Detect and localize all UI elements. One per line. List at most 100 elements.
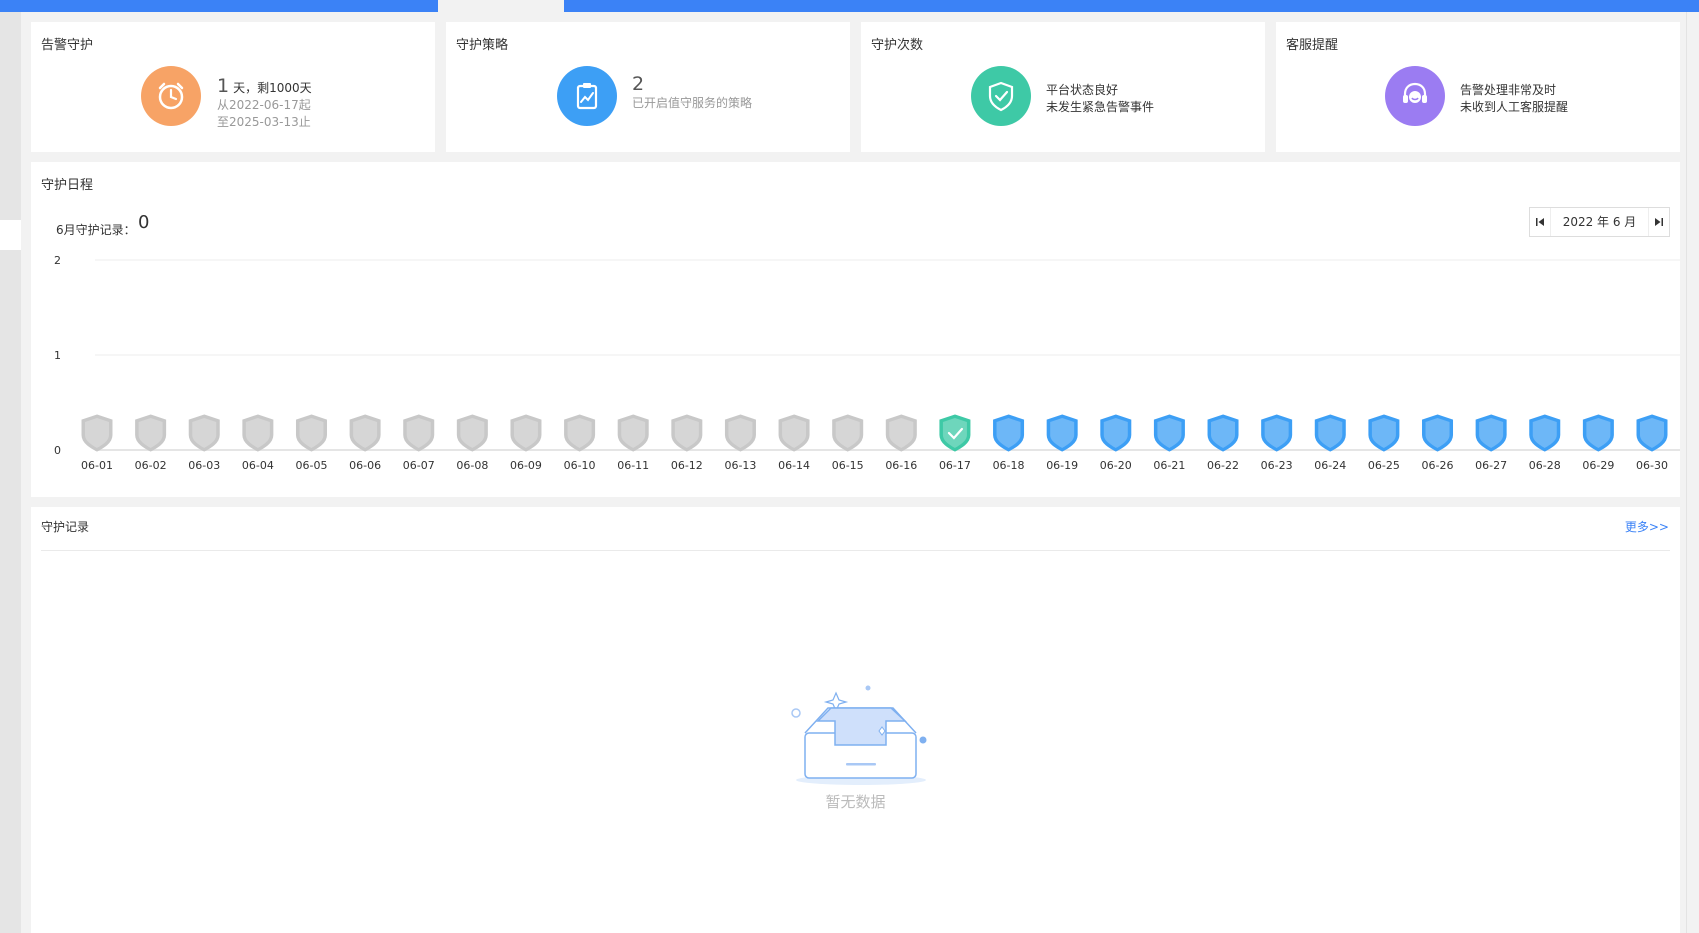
day-shield-icon-06-19[interactable] [1046,414,1078,452]
guard-end-date: 至2025-03-13止 [217,115,311,129]
x-tick-label: 06-26 [1422,459,1454,472]
support-info: 告警处理非常及时 未收到人工客服提醒 [1460,82,1568,116]
x-tick-label: 06-23 [1261,459,1293,472]
support-headset-icon [1385,66,1445,126]
records-divider [41,550,1670,551]
day-shield-icon-06-14[interactable] [778,414,810,452]
policy-count-value: 2 [632,73,645,95]
x-tick-label: 06-05 [295,459,327,472]
x-tick-label: 06-30 [1636,459,1668,472]
x-tick-label: 06-09 [510,459,542,472]
day-shield-icon-06-01[interactable] [81,414,113,452]
more-link[interactable]: 更多>> [1625,518,1669,535]
day-shield-icon-06-06[interactable] [349,414,381,452]
schedule-card: 守护日程 6月守护记录： 0 2022 年 6 月 0 1 2 06-01 06-02 0… [31,162,1680,497]
platform-status-text: 平台状态良好 [1046,83,1119,97]
stat-card-guard-count: 守护次数 平台状态良好 未发生紧急告警事件 [861,22,1265,152]
y-tick-label: 2 [54,254,61,267]
day-shield-icon-06-30[interactable] [1636,414,1668,452]
x-tick-label: 06-17 [939,459,971,472]
x-tick-label: 06-16 [885,459,917,472]
empty-box-icon [791,685,927,785]
x-tick-label: 06-01 [81,459,113,472]
day-shield-icon-06-05[interactable] [295,414,327,452]
day-shield-icon-06-20[interactable] [1100,414,1132,452]
left-sidebar-strip [0,12,21,933]
stat-card-alarm-guard: 告警守护 1 天，剩1000天 从2022-06-17起 至2025-03-13止 [31,22,435,152]
x-tick-label: 06-06 [349,459,381,472]
day-shield-icon-06-24[interactable] [1314,414,1346,452]
day-shield-icon-06-26[interactable] [1422,414,1454,452]
x-tick-label: 06-02 [135,459,167,472]
day-shield-icon-06-10[interactable] [564,414,596,452]
day-shield-icon-06-07[interactable] [403,414,435,452]
day-shield-icon-06-16[interactable] [885,414,917,452]
day-shield-icon-06-03[interactable] [188,414,220,452]
day-shield-icon-06-29[interactable] [1582,414,1614,452]
scrollbar[interactable] [1686,12,1699,933]
x-tick-label: 06-28 [1529,459,1561,472]
policy-info: 2 已开启值守服务的策略 [632,73,753,112]
records-card: 守护记录 更多>> 暂无数据 [31,507,1680,933]
x-tick-label: 06-11 [617,459,649,472]
x-tick-label: 06-08 [456,459,488,472]
stat-card-policy: 守护策略 2 已开启值守服务的策略 [446,22,850,152]
day-shield-icon-06-08[interactable] [456,414,488,452]
records-title: 守护记录 [41,520,90,534]
sidebar-toggle[interactable] [0,220,21,250]
alarm-guard-info: 1 天，剩1000天 从2022-06-17起 至2025-03-13止 [217,77,312,131]
x-tick-label: 06-29 [1582,459,1614,472]
stat-card-title: 守护策略 [456,38,509,53]
x-tick-label: 06-25 [1368,459,1400,472]
empty-text: 暂无数据 [825,793,886,811]
x-tick-label: 06-12 [671,459,703,472]
policy-count-desc: 已开启值守服务的策略 [632,96,753,110]
x-tick-label: 06-13 [724,459,756,472]
top-nav-bar [0,0,1699,12]
x-tick-label: 06-19 [1046,459,1078,472]
support-no-reminder-text: 未收到人工客服提醒 [1460,100,1569,114]
alarm-clock-icon [141,66,201,126]
x-tick-label: 06-07 [403,459,435,472]
day-shield-icon-06-17[interactable] [939,414,971,452]
x-tick-label: 06-24 [1314,459,1346,472]
x-tick-label: 06-21 [1153,459,1185,472]
support-timely-text: 告警处理非常及时 [1460,83,1557,97]
day-shield-icon-06-09[interactable] [510,414,542,452]
guard-count-info: 平台状态良好 未发生紧急告警事件 [1046,82,1154,116]
y-tick-label: 1 [54,349,61,362]
y-tick-label: 0 [54,444,61,457]
day-shield-icon-06-25[interactable] [1368,414,1400,452]
x-tick-label: 06-14 [778,459,810,472]
x-tick-label: 06-27 [1475,459,1507,472]
guard-start-date: 从2022-06-17起 [217,98,311,112]
no-alarm-text: 未发生紧急告警事件 [1046,100,1155,114]
x-tick-label: 06-03 [188,459,220,472]
x-tick-label: 06-10 [564,459,596,472]
day-shield-icon-06-11[interactable] [617,414,649,452]
schedule-chart: 0 1 2 06-01 06-02 06-03 06-04 06-05 06-06 06-07 06… [54,254,1680,472]
day-shield-icon-06-18[interactable] [993,414,1025,452]
x-tick-label: 06-22 [1207,459,1239,472]
day-shield-icon-06-04[interactable] [242,414,274,452]
day-shield-icon-06-21[interactable] [1153,414,1185,452]
x-tick-label: 06-04 [242,459,274,472]
active-tab-gap[interactable] [438,0,564,12]
stat-card-support: 客服提醒 告警处理非常及时 未收到人工客服提醒 [1276,22,1680,152]
day-shield-icon-06-23[interactable] [1261,414,1293,452]
day-shield-icon-06-15[interactable] [832,414,864,452]
day-shield-icon-06-27[interactable] [1475,414,1507,452]
day-shield-icon-06-02[interactable] [135,414,167,452]
day-shield-icon-06-12[interactable] [671,414,703,452]
x-tick-label: 06-15 [832,459,864,472]
x-tick-label: 06-18 [993,459,1025,472]
stat-card-title: 守护次数 [871,38,924,53]
day-shield-icon-06-22[interactable] [1207,414,1239,452]
x-tick-label: 06-20 [1100,459,1132,472]
day-shield-icon-06-28[interactable] [1529,414,1561,452]
clipboard-chart-icon [557,66,617,126]
shield-check-icon [971,66,1031,126]
stat-card-title: 客服提醒 [1286,38,1339,53]
day-shield-icon-06-13[interactable] [724,414,756,452]
guard-days-suffix: 天，剩1000天 [233,81,312,95]
